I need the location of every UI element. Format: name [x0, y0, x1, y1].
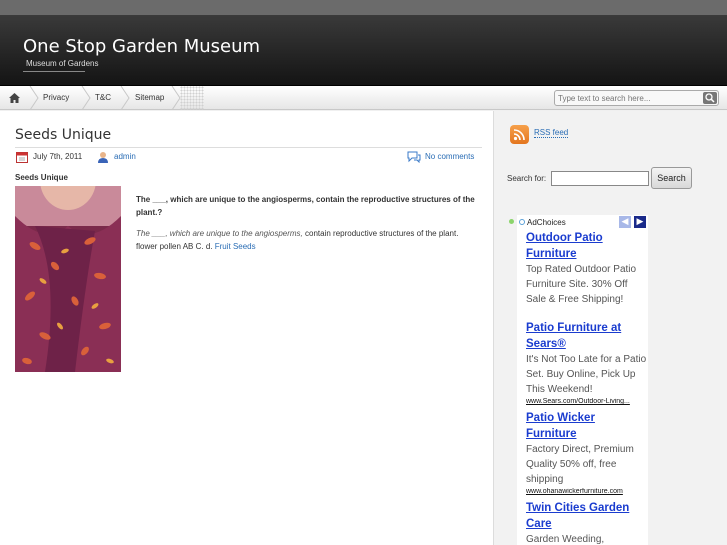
post-date: July 7th, 2011	[33, 152, 83, 161]
top-strip	[0, 0, 727, 15]
search-icon	[705, 93, 715, 103]
post-comments-link[interactable]: No comments	[425, 152, 474, 161]
ad-url[interactable]: www.ohanawickerfurniture.com	[526, 488, 646, 495]
post-question: The ___, which are unique to the angiosp…	[136, 195, 475, 217]
post-body: The ___, which are unique to the angiosp…	[136, 227, 481, 253]
nav-separator	[120, 86, 130, 110]
ad-description: Factory Direct, Premium Quality 50% off,…	[526, 444, 634, 485]
user-icon	[98, 152, 108, 163]
site-title[interactable]: One Stop Garden Museum	[23, 36, 260, 57]
post-title[interactable]: Seeds Unique	[15, 127, 111, 143]
ad-indicator	[509, 219, 514, 224]
ad-title[interactable]: Patio Furniture at Sears®	[526, 320, 648, 352]
header-search-input[interactable]	[558, 92, 698, 104]
adchoices-label[interactable]: AdChoices	[527, 218, 566, 227]
ad-prev-button[interactable]: ◀	[619, 216, 631, 228]
header-search-button[interactable]	[703, 92, 717, 104]
sidebar-search-input[interactable]	[551, 171, 649, 186]
ad-description: Garden Weeding,	[526, 534, 605, 545]
ad-next-button[interactable]: ▶	[634, 216, 646, 228]
ad-title[interactable]: Twin Cities Garden Care	[526, 500, 648, 532]
adchoices-icon[interactable]	[519, 219, 525, 225]
nav-separator	[29, 86, 39, 110]
header-search	[554, 90, 719, 106]
comment-icon	[407, 151, 421, 163]
main-content: Seeds Unique July 7th, 2011 admin No com…	[0, 111, 493, 545]
rss-feed-link[interactable]: RSS feed	[534, 128, 569, 138]
ad-title[interactable]: Outdoor Patio Furniture	[526, 230, 648, 262]
rss-feed-button[interactable]	[510, 125, 529, 144]
site-header: One Stop Garden Museum Museum of Gardens	[0, 15, 727, 86]
nav-home-button[interactable]	[0, 86, 30, 110]
ad-url[interactable]: www.Sears.com/Outdoor-Living...	[526, 398, 646, 405]
nav-separator	[81, 86, 91, 110]
tagline-rule	[23, 71, 85, 72]
title-divider	[15, 147, 482, 148]
nav-item-tc[interactable]: T&C	[95, 86, 111, 110]
nav-texture	[180, 86, 204, 110]
post-image[interactable]	[15, 186, 121, 372]
ad-title[interactable]: Patio Wicker Furniture	[526, 410, 648, 442]
nav-item-privacy[interactable]: Privacy	[43, 86, 69, 110]
post-subheading: Seeds Unique	[15, 173, 68, 182]
fruit-seeds-link[interactable]: Fruit Seeds	[215, 242, 256, 251]
ad-description: It's Not Too Late for a Patio Set. Buy O…	[526, 354, 647, 395]
home-icon	[9, 93, 20, 103]
calendar-icon	[16, 152, 28, 163]
post-body-italic: The ___, which are unique to the angiosp…	[136, 229, 303, 238]
ad-unit: AdChoices ◀ ▶ Outdoor Patio Furniture To…	[517, 215, 648, 545]
sidebar-search-button[interactable]: Search	[651, 167, 692, 189]
site-tagline: Museum of Gardens	[26, 59, 99, 68]
nav-item-sitemap[interactable]: Sitemap	[135, 86, 164, 110]
post-author-link[interactable]: admin	[114, 152, 136, 161]
ad-description: Top Rated Outdoor Patio Furniture Site. …	[526, 264, 637, 305]
scarf-photo	[15, 186, 121, 372]
rss-icon	[513, 129, 525, 141]
sidebar-search-label: Search for:	[507, 174, 547, 183]
